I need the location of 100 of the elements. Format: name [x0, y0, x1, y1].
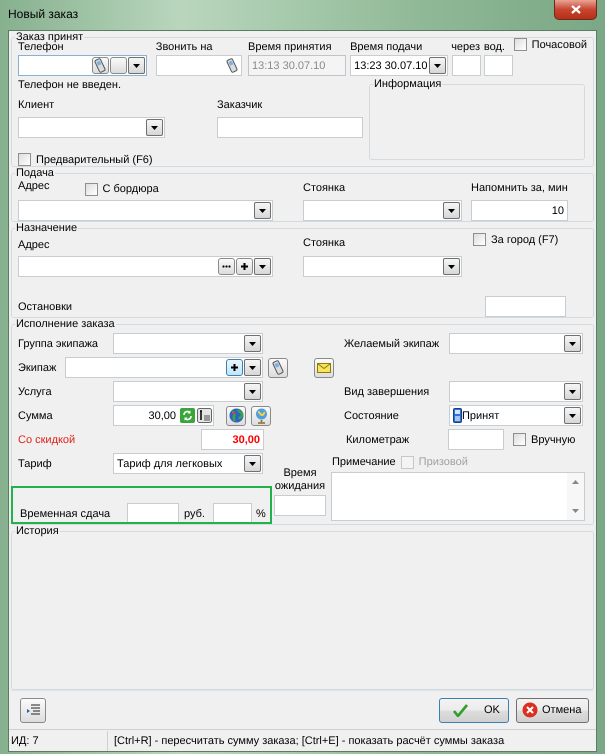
- cancel-button[interactable]: Отмена: [516, 698, 589, 722]
- dropdown-field[interactable]: [65, 357, 263, 378]
- date-time-field[interactable]: 13:23 30.07.10: [350, 55, 448, 76]
- checkbox[interactable]: С бордюра: [84, 182, 159, 196]
- field-label: Стоянка: [303, 236, 346, 250]
- status-text: [Ctrl+R] - пересчитать сумму заказа; [Ctrl+E] - показать расчёт суммы заказа: [113, 734, 504, 746]
- text-field[interactable]: [156, 55, 242, 76]
- dropdown-button[interactable]: [244, 383, 261, 400]
- group-title: Заказ принят: [15, 31, 84, 43]
- dropdown-button[interactable]: [244, 359, 261, 376]
- text-field[interactable]: [212, 503, 252, 524]
- dropdown-field[interactable]: [18, 55, 147, 76]
- map-button[interactable]: [226, 406, 246, 426]
- text-field[interactable]: [484, 55, 513, 76]
- caret-icon: [151, 126, 158, 130]
- envelope-icon: [317, 362, 331, 372]
- dropdown-field[interactable]: Принят: [449, 405, 583, 426]
- caret-icon: [569, 390, 576, 394]
- caret-icon: [259, 264, 266, 268]
- close-button[interactable]: [554, 0, 597, 20]
- mail-button[interactable]: [314, 358, 334, 378]
- dropdown-button[interactable]: [254, 202, 271, 219]
- add-button[interactable]: [236, 258, 253, 275]
- globe-button[interactable]: [251, 406, 271, 426]
- dropdown-button[interactable]: [443, 202, 460, 219]
- add-button[interactable]: [226, 359, 243, 376]
- mobile-phone-icon: [94, 58, 106, 73]
- dropdown-button[interactable]: [146, 119, 163, 136]
- phone-button[interactable]: [92, 57, 109, 74]
- dropdown-button[interactable]: [443, 258, 460, 275]
- dropdown-field[interactable]: [113, 333, 263, 354]
- dropdown-field[interactable]: [18, 200, 273, 221]
- caret-icon: [569, 414, 576, 418]
- checkbox[interactable]: Предварительный (F6): [18, 153, 367, 166]
- field-label: Состояние: [344, 408, 400, 422]
- desk-globe-icon: [254, 408, 268, 424]
- dropdown-button[interactable]: [564, 383, 581, 400]
- text-field[interactable]: 10: [471, 200, 568, 221]
- dropdown-button[interactable]: [254, 258, 271, 275]
- field-label: Время подачи: [350, 40, 422, 54]
- dropdown-field[interactable]: [449, 333, 583, 354]
- plus-icon: [231, 364, 238, 371]
- text-field[interactable]: [448, 429, 504, 450]
- dropdown-field[interactable]: [18, 256, 273, 277]
- dropdown-field[interactable]: [113, 381, 263, 402]
- mobile-phone-icon: [226, 58, 238, 73]
- field-label: Клиент: [18, 98, 54, 112]
- text-field[interactable]: 30,00: [201, 429, 264, 450]
- dropdown-button[interactable]: [128, 57, 145, 74]
- field-label: Примечание: [332, 455, 396, 469]
- text-field[interactable]: [217, 117, 363, 138]
- dropdown-field[interactable]: [303, 256, 462, 277]
- ok-button[interactable]: OK: [439, 698, 509, 722]
- caret-icon: [448, 208, 455, 212]
- field-label: Временная сдача: [20, 506, 112, 520]
- calculator-button[interactable]: [196, 408, 212, 424]
- text-field[interactable]: 30,00: [113, 405, 214, 426]
- checkbox[interactable]: Вручную: [513, 433, 576, 446]
- caret-icon: [249, 390, 256, 394]
- group-title: Подача: [15, 167, 55, 179]
- ellipsis-icon: [222, 265, 231, 268]
- field-label: через: [451, 40, 480, 54]
- field-label: Со скидкой: [18, 432, 76, 446]
- caret-icon: [569, 342, 576, 346]
- dropdown-field[interactable]: [18, 117, 165, 138]
- list-button[interactable]: [20, 698, 46, 722]
- field-label: Время ожидания: [274, 467, 326, 493]
- dropdown-button[interactable]: [429, 57, 446, 74]
- dropdown-button[interactable]: [564, 407, 581, 424]
- dropdown-button[interactable]: [244, 335, 261, 352]
- dropdown-field[interactable]: [449, 381, 583, 402]
- field-label: Остановки: [18, 300, 72, 314]
- calculator-icon: [196, 408, 212, 423]
- cancel-icon: [522, 702, 538, 718]
- field-label: Километраж: [346, 432, 410, 446]
- field-label: Вид завершения: [344, 384, 430, 398]
- field-label: вод.: [484, 40, 505, 54]
- phone-button[interactable]: [268, 358, 288, 378]
- caret-icon: [249, 342, 256, 346]
- mobile-phone-icon: [453, 408, 462, 423]
- checkbox: Призовой: [400, 456, 468, 468]
- field-label: Стоянка: [303, 181, 346, 196]
- group-title: История: [15, 525, 60, 537]
- plus-icon: [241, 263, 248, 270]
- dropdown-field[interactable]: [303, 200, 462, 221]
- text-field[interactable]: [452, 55, 481, 76]
- text-field[interactable]: [485, 296, 566, 317]
- text-field[interactable]: [127, 503, 179, 524]
- field-label: Группа экипажа: [18, 336, 100, 350]
- dropdown-button[interactable]: [244, 455, 261, 472]
- checkbox[interactable]: За город (F7): [473, 233, 558, 246]
- checkbox[interactable]: Почасовой: [514, 38, 588, 51]
- status-text: Телефон не введен.: [18, 78, 122, 92]
- dropdown-field[interactable]: Тариф для легковых: [113, 453, 263, 474]
- text-field[interactable]: [274, 495, 326, 516]
- scrollbar[interactable]: [567, 473, 584, 520]
- group-title: Информация: [373, 78, 442, 90]
- field-label: Желаемый экипаж: [344, 336, 440, 350]
- dropdown-button[interactable]: [564, 335, 581, 352]
- more-button[interactable]: [218, 258, 235, 275]
